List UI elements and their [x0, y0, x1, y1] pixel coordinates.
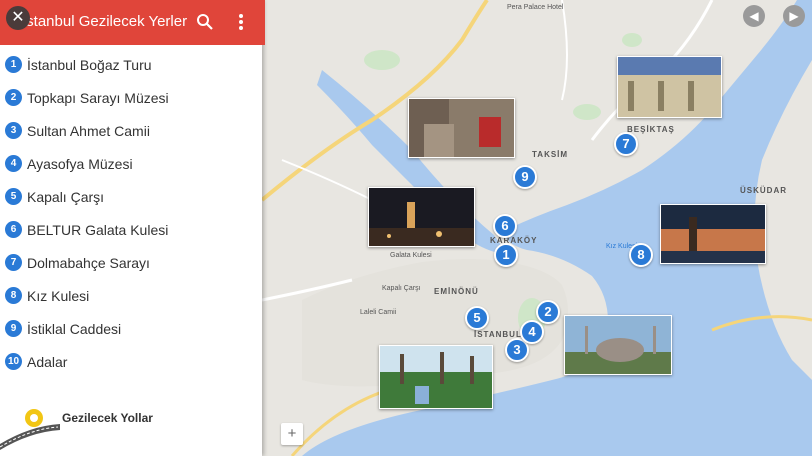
places-list: 1 İstanbul Boğaz Turu 2 Topkapı Sarayı Müz… — [0, 48, 262, 378]
map-pin[interactable]: 2 — [536, 300, 560, 324]
map-pin[interactable]: 9 — [513, 165, 537, 189]
list-item[interactable]: 4 Ayasofya Müzesi — [0, 147, 262, 180]
place-number: 6 — [5, 221, 22, 238]
photo-sultanahmet[interactable] — [564, 315, 672, 375]
place-number: 5 — [5, 188, 22, 205]
photo-dolmabahce[interactable] — [617, 56, 722, 118]
list-item[interactable]: 8 Kız Kulesi — [0, 279, 262, 312]
page-title: İstanbul Gezilecek Yerler — [22, 13, 188, 30]
zoom-in-button[interactable]: + — [281, 423, 303, 445]
place-label: İstanbul Boğaz Turu — [27, 57, 152, 73]
place-label: Galata Kulesi — [390, 252, 432, 259]
place-label: Kapalı Çarşı — [27, 189, 105, 205]
place-label: Pera Palace Hotel — [507, 4, 564, 11]
map-pin[interactable]: 4 — [520, 320, 544, 344]
district-label: BEŞİKTAŞ — [627, 125, 675, 134]
place-number: 7 — [5, 254, 22, 271]
photo-galata[interactable] — [368, 187, 475, 247]
places-panel: 1 İstanbul Boğaz Turu 2 Topkapı Sarayı Müz… — [0, 0, 262, 456]
photo-kiz-kulesi[interactable] — [660, 204, 766, 264]
next-button[interactable]: ▶ — [783, 5, 805, 27]
list-item[interactable]: 6 BELTUR Galata Kulesi — [0, 213, 262, 246]
place-label: Adalar — [27, 354, 68, 370]
photo-adalar[interactable] — [379, 345, 493, 409]
place-number: 1 — [5, 56, 22, 73]
place-label: Sultan Ahmet Camii — [27, 123, 150, 139]
mosque-photo-icon — [565, 316, 671, 374]
map-pin[interactable]: 8 — [629, 243, 653, 267]
galata-photo-icon — [369, 188, 474, 246]
close-icon: ✕ — [11, 9, 25, 26]
place-label: Dolmabahçe Sarayı — [27, 255, 150, 271]
photo-istiklal[interactable] — [408, 98, 515, 158]
header-bar: İstanbul Gezilecek Yerler ✕ — [0, 0, 265, 45]
place-number: 10 — [5, 353, 22, 370]
list-item[interactable]: 2 Topkapı Sarayı Müzesi — [0, 81, 262, 114]
map-pin[interactable]: 7 — [614, 132, 638, 156]
place-number: 4 — [5, 155, 22, 172]
logo-icon — [0, 409, 60, 450]
place-label: İstiklal Caddesi — [27, 321, 122, 337]
close-button[interactable]: ✕ — [6, 6, 30, 30]
place-number: 9 — [5, 320, 22, 337]
prev-button[interactable]: ◀ — [743, 5, 765, 27]
list-item[interactable]: 5 Kapalı Çarşı — [0, 180, 262, 213]
place-number: 2 — [5, 89, 22, 106]
district-label: KARAKÖY — [490, 236, 538, 245]
list-item[interactable]: 1 İstanbul Boğaz Turu — [0, 48, 262, 81]
island-photo-icon — [380, 346, 492, 408]
search-icon[interactable] — [195, 12, 215, 32]
list-item[interactable]: 9 İstiklal Caddesi — [0, 312, 262, 345]
list-item[interactable]: 7 Dolmabahçe Sarayı — [0, 246, 262, 279]
more-vert-icon[interactable] — [234, 11, 248, 33]
tram-photo-icon — [409, 99, 514, 157]
map-pin[interactable]: 5 — [465, 306, 489, 330]
map-pin[interactable]: 6 — [493, 214, 517, 238]
maiden-tower-photo-icon — [661, 205, 765, 263]
place-label: Kız Kulesi — [27, 288, 90, 304]
palace-photo-icon — [618, 57, 721, 117]
district-label: ÜSKÜDAR — [740, 186, 787, 195]
place-label: Laleli Camii — [360, 309, 397, 316]
chevron-right-icon: ▶ — [789, 9, 799, 23]
place-label: Topkapı Sarayı Müzesi — [27, 90, 169, 106]
place-number: 8 — [5, 287, 22, 304]
chevron-left-icon: ◀ — [749, 9, 759, 23]
place-label: Kapalı Çarşı — [382, 285, 421, 292]
place-number: 3 — [5, 122, 22, 139]
logo-text: Gezilecek Yollar — [62, 411, 153, 425]
district-label: EMİNÖNÜ — [434, 287, 479, 296]
map-view[interactable]: KARAKÖY EMİNÖNÜ İSTANBUL ÜSKÜDAR BEŞİKTA… — [262, 0, 812, 456]
map-pin[interactable]: 1 — [494, 243, 518, 267]
list-item[interactable]: 3 Sultan Ahmet Camii — [0, 114, 262, 147]
district-label: TAKSİM — [532, 150, 569, 159]
list-item[interactable]: 10 Adalar — [0, 345, 262, 378]
place-label: Ayasofya Müzesi — [27, 156, 133, 172]
place-label: BELTUR Galata Kulesi — [27, 222, 169, 238]
